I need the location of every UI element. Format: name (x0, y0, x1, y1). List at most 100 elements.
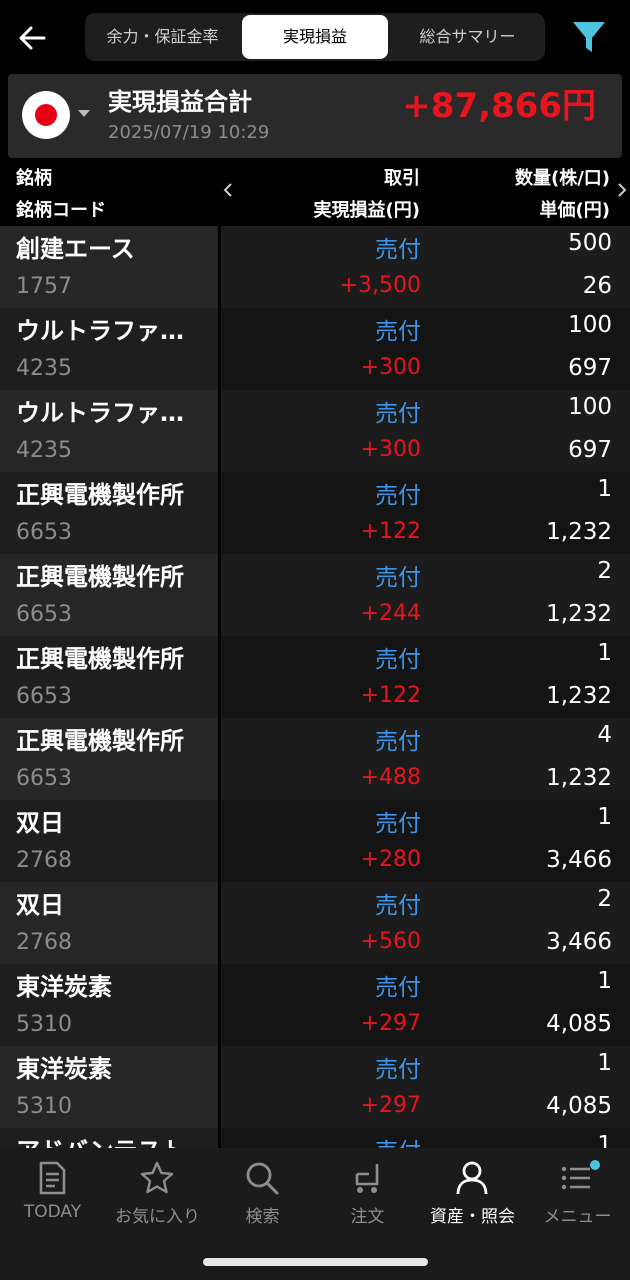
table-row[interactable]: 創建エース 1757 売付 +3,500 500 26 (0, 226, 630, 308)
table-row[interactable]: 正興電機製作所 6653 売付 +244 2 1,232 (0, 554, 630, 636)
cart-icon (349, 1160, 385, 1196)
stock-name: ウルトラファ… (16, 317, 184, 345)
quantity: 1 (597, 476, 612, 502)
trade-type: 売付 (375, 483, 421, 509)
nav-order[interactable]: 注文 (315, 1148, 420, 1238)
realized-pnl: +488 (360, 765, 421, 790)
trade-type: 売付 (375, 647, 421, 673)
table-header: 銘柄 銘柄コード 取引 実現損益(円) 数量(株/口) 単価(円) (0, 160, 630, 226)
quantity: 1 (597, 640, 612, 666)
table-row[interactable]: 双日 2768 売付 +280 1 3,466 (0, 800, 630, 882)
chevron-left-icon[interactable] (223, 182, 233, 198)
realized-pnl: +297 (360, 1011, 421, 1036)
nav-today[interactable]: TODAY (0, 1148, 105, 1238)
quantity: 1 (597, 804, 612, 830)
table-row[interactable]: 東洋炭素 5310 売付 +297 1 4,085 (0, 1046, 630, 1128)
stock-code: 6653 (16, 602, 72, 627)
realized-pnl: +122 (360, 519, 421, 544)
unit-price: 1,232 (546, 765, 612, 791)
quantity: 4 (597, 722, 612, 748)
table-row[interactable]: ウルトラファ… 4235 売付 +300 100 697 (0, 308, 630, 390)
stock-code: 5310 (16, 1094, 72, 1119)
unit-price: 3,466 (546, 929, 612, 955)
realized-pnl: +300 (360, 355, 421, 380)
table-row[interactable]: アドバンテスト 売付 1 (0, 1128, 630, 1148)
top-bar: 余力・保証金率 実現損益 総合サマリー (0, 0, 630, 72)
stock-code: 2768 (16, 848, 72, 873)
table-row[interactable]: 双日 2768 売付 +560 2 3,466 (0, 882, 630, 964)
trade-type: 売付 (375, 237, 421, 263)
chevron-right-icon[interactable] (617, 182, 627, 198)
col-code-header: 銘柄コード (16, 200, 106, 221)
stock-name: ウルトラファ… (16, 399, 184, 427)
realized-pnl: +3,500 (339, 273, 421, 298)
stock-name: 東洋炭素 (16, 1055, 112, 1083)
col-pnl-header: 実現損益(円) (313, 200, 420, 221)
stock-name: 双日 (16, 809, 64, 837)
nav-label: メニュー (543, 1207, 612, 1227)
trade-type: 売付 (375, 565, 421, 591)
nav-search[interactable]: 検索 (210, 1148, 315, 1238)
document-icon (34, 1160, 70, 1196)
col-name-header: 銘柄 (16, 168, 52, 189)
tab-margin[interactable]: 余力・保証金率 (85, 13, 240, 61)
table-row[interactable]: 正興電機製作所 6653 売付 +122 1 1,232 (0, 636, 630, 718)
person-icon (454, 1160, 490, 1196)
segment-tabs: 余力・保証金率 実現損益 総合サマリー (85, 13, 545, 61)
pnl-table: 創建エース 1757 売付 +3,500 500 26 ウルトラファ… 4235 売付 +300… (0, 226, 630, 1148)
chevron-down-icon[interactable] (78, 110, 90, 117)
stock-name: 双日 (16, 891, 64, 919)
quantity: 2 (597, 886, 612, 912)
trade-type: 売付 (375, 729, 421, 755)
table-row[interactable]: 正興電機製作所 6653 売付 +122 1 1,232 (0, 472, 630, 554)
realized-pnl: +244 (360, 601, 421, 626)
trade-type: 売付 (375, 975, 421, 1001)
unit-price: 1,232 (546, 683, 612, 709)
summary-date: 2025/07/19 10:29 (108, 122, 270, 143)
col-price-header: 単価(円) (539, 200, 610, 221)
table-row[interactable]: 東洋炭素 5310 売付 +297 1 4,085 (0, 964, 630, 1046)
nav-label: 資産・照会 (430, 1207, 515, 1227)
table-row[interactable]: 正興電機製作所 6653 売付 +488 4 1,232 (0, 718, 630, 800)
stock-name: 正興電機製作所 (16, 563, 184, 591)
trade-type: 売付 (375, 1132, 421, 1148)
stock-code: 2768 (16, 930, 72, 955)
nav-assets[interactable]: 資産・照会 (420, 1148, 525, 1238)
tab-realized-pnl[interactable]: 実現損益 (242, 15, 388, 59)
nav-label: TODAY (23, 1202, 82, 1222)
realized-pnl: +560 (360, 929, 421, 954)
quantity: 1 (597, 968, 612, 994)
unit-price: 1,232 (546, 519, 612, 545)
realized-pnl: +300 (360, 437, 421, 462)
nav-menu[interactable]: メニュー (525, 1148, 630, 1238)
home-indicator[interactable] (203, 1258, 428, 1266)
col-trade-header: 取引 (384, 168, 420, 189)
table-row[interactable]: ウルトラファ… 4235 売付 +300 100 697 (0, 390, 630, 472)
quantity: 100 (568, 312, 612, 338)
quantity: 100 (568, 394, 612, 420)
unit-price: 26 (582, 273, 612, 299)
nav-label: お気に入り (115, 1207, 200, 1227)
trade-type: 売付 (375, 319, 421, 345)
stock-code: 5310 (16, 1012, 72, 1037)
nav-label: 検索 (245, 1207, 280, 1227)
stock-code: 4235 (16, 356, 72, 381)
search-icon (244, 1160, 280, 1196)
quantity: 1 (597, 1132, 612, 1148)
filter-icon[interactable] (571, 18, 607, 56)
stock-code: 6653 (16, 766, 72, 791)
stock-code: 1757 (16, 274, 72, 299)
tab-summary[interactable]: 総合サマリー (390, 13, 545, 61)
unit-price: 1,232 (546, 601, 612, 627)
japan-flag-icon[interactable] (22, 91, 70, 139)
nav-favorites[interactable]: お気に入り (105, 1148, 210, 1238)
unit-price: 697 (568, 437, 612, 463)
unit-price: 4,085 (546, 1093, 612, 1119)
back-arrow-icon[interactable] (14, 20, 50, 56)
stock-name: 正興電機製作所 (16, 727, 184, 755)
unit-price: 4,085 (546, 1011, 612, 1037)
stock-name: 創建エース (16, 235, 135, 263)
stock-name: アドバンテスト (16, 1131, 212, 1148)
summary-total-value: +87,866円 (402, 86, 596, 126)
unit-price: 697 (568, 355, 612, 381)
